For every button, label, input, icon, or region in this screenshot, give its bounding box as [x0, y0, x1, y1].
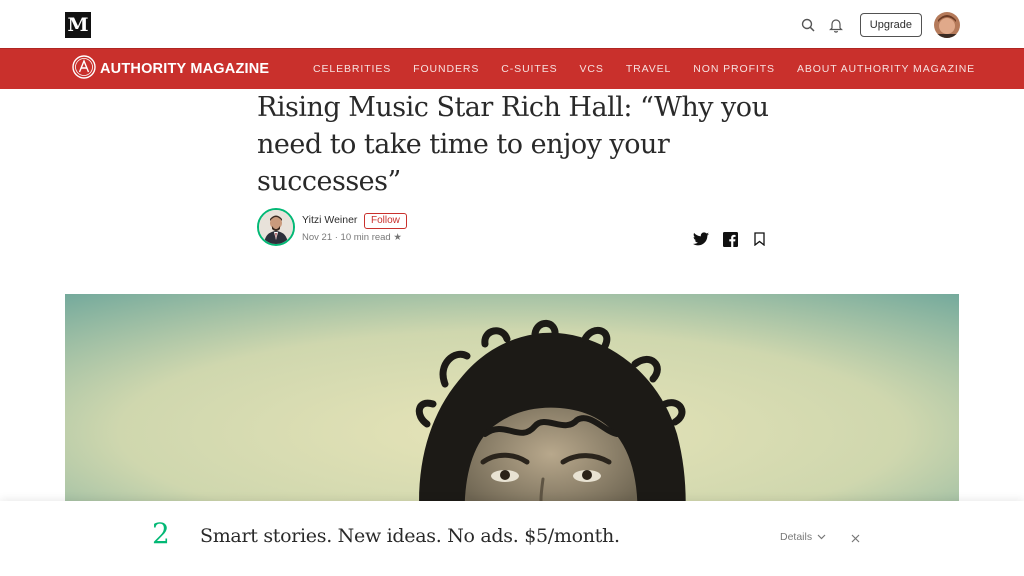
title-line-2: need to take time to enjoy your: [257, 129, 670, 160]
hero-image: [65, 294, 959, 524]
twitter-icon[interactable]: [691, 229, 711, 249]
nav-travel[interactable]: TRAVEL: [626, 63, 671, 75]
author-name[interactable]: Yitzi Weiner: [302, 214, 357, 226]
bell-icon[interactable]: [826, 15, 846, 35]
user-avatar[interactable]: [934, 12, 960, 38]
nav-about[interactable]: ABOUT AUTHORITY MAGAZINE: [797, 63, 975, 75]
article-meta: Nov 21 · 10 min read ★: [302, 232, 402, 243]
article-title: Rising Music Star Rich Hall: “Why you ne…: [257, 89, 777, 200]
chevron-down-icon: [817, 534, 826, 540]
close-icon[interactable]: [848, 531, 862, 545]
promo-text: Smart stories. New ideas. No ads. $5/mon…: [200, 525, 620, 547]
share-actions: [682, 229, 769, 249]
publication-brand[interactable]: AUTHORITY MAGAZINE: [72, 54, 270, 84]
bookmark-icon[interactable]: [749, 229, 769, 249]
authority-logo-icon: [72, 54, 96, 84]
author-avatar[interactable]: [257, 208, 295, 246]
nav-founders[interactable]: FOUNDERS: [413, 63, 479, 75]
follow-button[interactable]: Follow: [364, 213, 407, 229]
byline: Yitzi Weiner Follow Nov 21 · 10 min read…: [257, 208, 777, 252]
title-line-1: Rising Music Star Rich Hall: “Why you: [257, 92, 769, 123]
membership-promo-bar: 2 Smart stories. New ideas. No ads. $5/m…: [0, 501, 1024, 576]
top-actions: Upgrade: [790, 12, 960, 38]
nav-c-suites[interactable]: C-SUITES: [501, 63, 557, 75]
promo-details-label: Details: [780, 531, 813, 543]
upgrade-button[interactable]: Upgrade: [859, 13, 922, 37]
nav-vcs[interactable]: VCS: [580, 63, 604, 75]
title-line-3: successes”: [257, 166, 401, 197]
top-bar: M Upgrade: [0, 0, 1024, 48]
medium-logo[interactable]: M: [65, 12, 91, 38]
publication-name: AUTHORITY MAGAZINE: [100, 61, 270, 77]
search-icon[interactable]: [798, 15, 818, 35]
promo-details-button[interactable]: Details: [780, 531, 826, 543]
facebook-icon[interactable]: [720, 229, 740, 249]
promo-count: 2: [152, 517, 170, 550]
publication-nav: AUTHORITY MAGAZINE CELEBRITIES FOUNDERS …: [0, 48, 1024, 89]
nav-celebrities[interactable]: CELEBRITIES: [313, 63, 391, 75]
nav-non-profits[interactable]: NON PROFITS: [693, 63, 775, 75]
publication-links: CELEBRITIES FOUNDERS C-SUITES VCS TRAVEL…: [302, 49, 986, 89]
